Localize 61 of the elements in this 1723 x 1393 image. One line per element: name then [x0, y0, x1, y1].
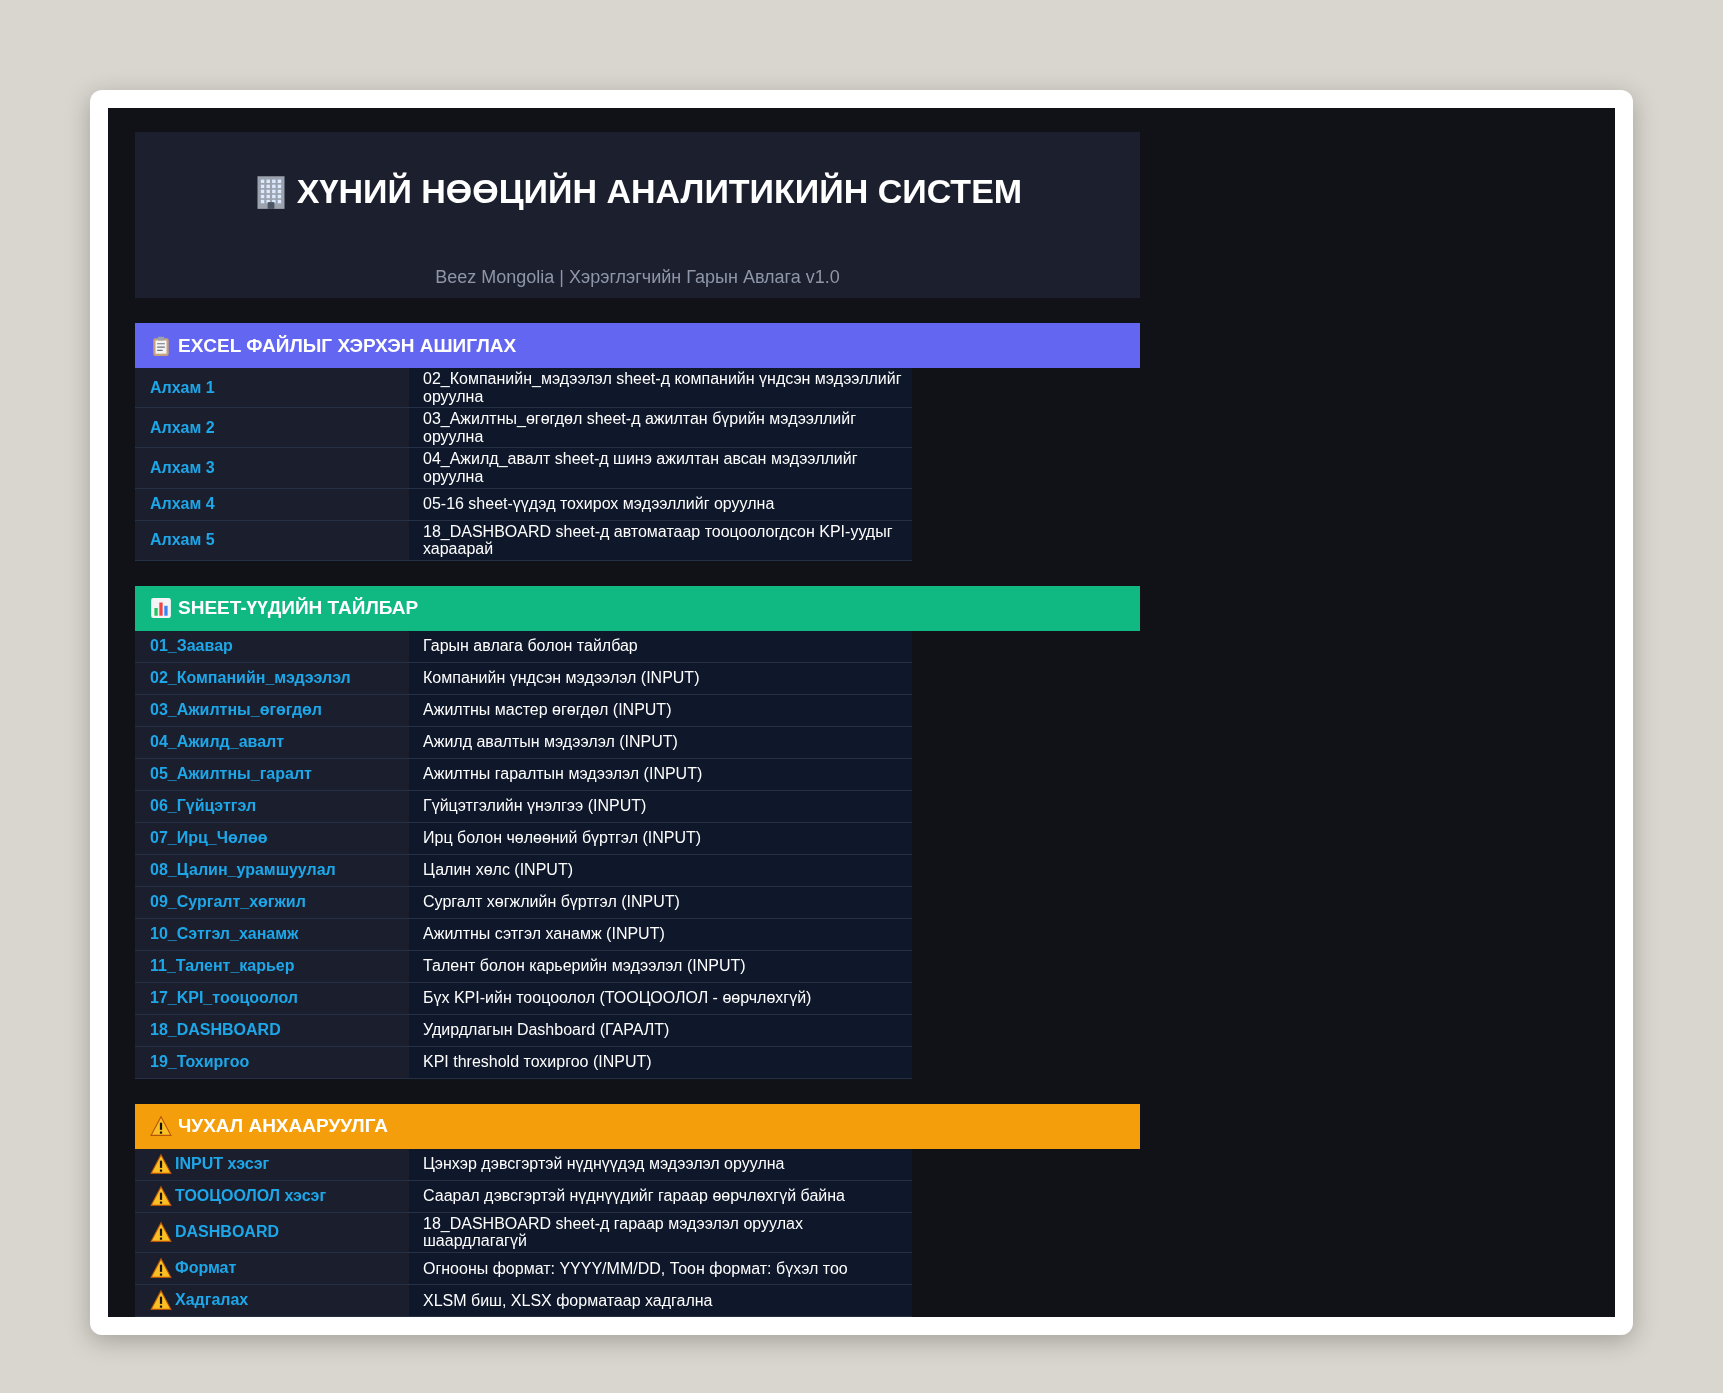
row-label: 17_KPI_тооцоолол [150, 989, 298, 1008]
row-label: 01_Заавар [150, 637, 233, 656]
page-title: ХҮНИЙ НӨӨЦИЙН АНАЛИТИКИЙН СИСТЕМ [296, 172, 1023, 211]
section-title: ЧУХАЛ АНХААРУУЛГА [178, 1115, 388, 1138]
table-cell: Ажилтны мастер өгөгдөл (INPUT) [409, 694, 912, 727]
table-cell: Компанийн үндсэн мэдээлэл (INPUT) [409, 662, 912, 695]
table-cell: Цалин хөлс (INPUT) [409, 854, 912, 887]
row-label: 19_Тохиргоо [150, 1053, 250, 1072]
row-label: 02_Компанийн_мэдээлэл [150, 669, 351, 688]
row-label: 07_Ирц_Чөлөө [150, 829, 268, 848]
page-subtitle: Beez Mongolia | Хэрэглэгчийн Гарын Авлага v1.0 [434, 267, 841, 288]
table-cell: Гүйцэтгэлийн үнэлгээ (INPUT) [409, 790, 912, 823]
row-label: 18_DASHBOARD [150, 1021, 281, 1040]
table-cell: KPI threshold тохиргоо (INPUT) [409, 1046, 912, 1079]
row-label: DASHBOARD [175, 1223, 279, 1242]
row-label: 10_Сэтгэл_ханамж [150, 925, 299, 944]
row-label: 05_Ажилтны_гаралт [150, 765, 312, 784]
table-cell: XLSM биш, XLSX форматаар хадгална [409, 1284, 912, 1317]
table-cell: Саарал дэвсгэртэй нүднүүдийг гараар өөрчлөхгүй байна [409, 1180, 912, 1213]
warning-icon [150, 1221, 172, 1244]
row-label: INPUT хэсэг [175, 1155, 270, 1174]
table-cell: Ирц болон чөлөөний бүртгэл (INPUT) [409, 822, 912, 855]
row-label: 06_Гүйцэтгэл [150, 797, 257, 816]
row-label: 04_Ажилд_авалт [150, 733, 285, 752]
row-label: Алхам 4 [150, 495, 215, 514]
row-label: ТООЦООЛОЛ хэсэг [175, 1187, 327, 1206]
warning-icon [150, 1115, 172, 1138]
table-cell: Ажилтны сэтгэл ханамж (INPUT) [409, 918, 912, 951]
warning-icon [150, 1185, 172, 1208]
row-label: 03_Ажилтны_өгөгдөл [150, 701, 322, 720]
table-cell: Ажилтны гаралтын мэдээлэл (INPUT) [409, 758, 912, 791]
row-label: Формат [175, 1259, 237, 1278]
clipboard-icon [150, 334, 172, 357]
table-cell: Сургалт хөгжлийн бүртгэл (INPUT) [409, 886, 912, 919]
warning-icon [150, 1153, 172, 1176]
table-cell: Ажилд авалтын мэдээлэл (INPUT) [409, 726, 912, 759]
table-cell: Бүх KPI-ийн тооцоолол (ТООЦООЛОЛ - өөрчлөхгүй) [409, 982, 912, 1015]
row-label: Алхам 2 [150, 418, 215, 437]
row-label: Хадгалах [175, 1291, 249, 1310]
table-cell: Цэнхэр дэвсгэртэй нүднүүдэд мэдээлэл оруулна [409, 1148, 912, 1181]
table-cell: 03_Ажилтны_өгөгдөл sheet-д ажилтан бүрийн мэдээллийг оруулна [409, 408, 912, 449]
section-title: SHEET-ҮҮДИЙН ТАЙЛБАР [178, 597, 419, 620]
table-cell: Талент болон карьерийн мэдээлэл (INPUT) [409, 950, 912, 983]
table-cell: 02_Компанийн_мэдээлэл sheet-д компанийн үндсэн мэдээллийг оруулна [409, 368, 912, 409]
row-label: Алхам 1 [150, 378, 215, 397]
table-cell: Огнооны формат: YYYY/MM/DD, Тоон формат: бүхэл тоо [409, 1252, 912, 1285]
row-label: 11_Талент_карьер [150, 957, 295, 976]
row-label: Алхам 3 [150, 458, 215, 477]
section-title: EXCEL ФАЙЛЫГ ХЭРХЭН АШИГЛАХ [178, 334, 517, 357]
bar-chart-icon [150, 597, 172, 620]
table-cell: 04_Ажилд_авалт sheet-д шинэ ажилтан авсан мэдээллийг оруулна [409, 448, 912, 489]
warning-icon [150, 1257, 172, 1280]
warning-icon [150, 1289, 172, 1312]
table-cell: Гарын авлага болон тайлбар [409, 630, 912, 663]
table-cell: 18_DASHBOARD sheet-д гараар мэдээлэл оруулах шаардлагагүй [409, 1212, 912, 1253]
row-label: 09_Сургалт_хөгжил [150, 893, 306, 912]
row-label: Алхам 5 [150, 531, 215, 550]
table-cell: Удирдлагын Dashboard (ГАРАЛТ) [409, 1014, 912, 1047]
row-label: 08_Цалин_урамшуулал [150, 861, 336, 880]
table-cell: 05-16 sheet-үүдэд тохирох мэдээллийг оруулна [409, 488, 912, 521]
table-cell: 18_DASHBOARD sheet-д автоматаар тооцоологдсон KPI-уудыг хараарай [409, 520, 912, 561]
